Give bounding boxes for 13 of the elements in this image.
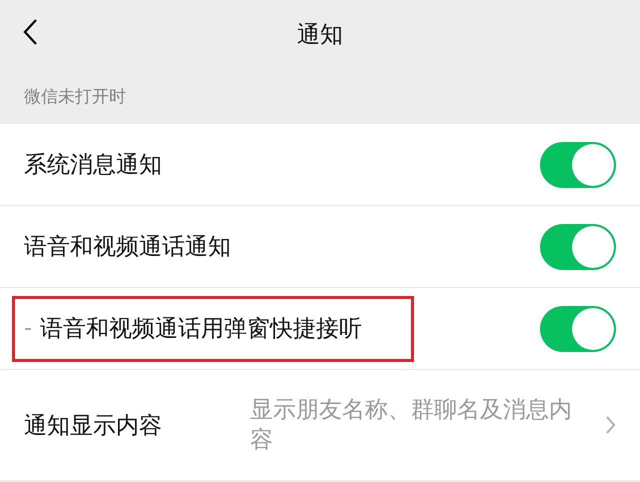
- chevron-icon: [606, 416, 616, 434]
- setting-label: 通知显示内容: [24, 412, 162, 440]
- section-label: 微信未打开时: [24, 86, 126, 108]
- toggle-switch[interactable]: [540, 224, 616, 270]
- setting-label: 语音和视频通话通知: [24, 233, 231, 262]
- back-button[interactable]: [22, 18, 38, 46]
- toggle-switch[interactable]: [540, 142, 616, 188]
- dash-mark: -: [24, 316, 32, 341]
- page-title: 通知: [297, 20, 343, 50]
- setting-value: 显示朋友名称、群聊名及消息内容: [250, 396, 573, 455]
- toggle-switch[interactable]: [540, 306, 616, 352]
- setting-label: 语音和视频通话用弹窗快捷接听: [40, 315, 362, 344]
- setting-label: 系统消息通知: [24, 151, 162, 180]
